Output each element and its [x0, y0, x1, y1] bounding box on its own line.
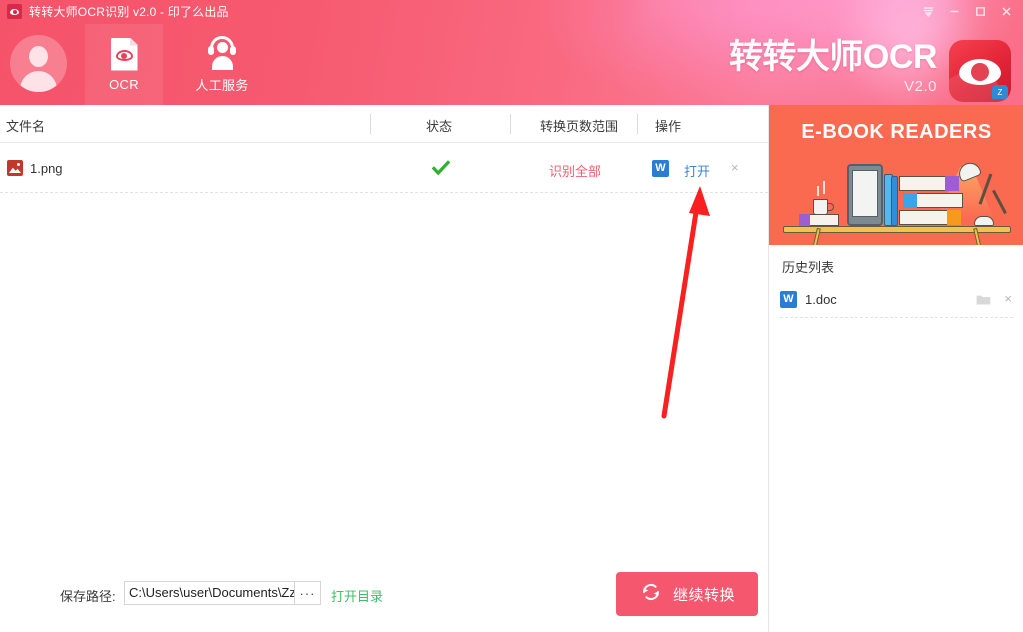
remove-row-button[interactable]: ×	[731, 161, 739, 174]
minimize-button[interactable]	[941, 0, 967, 22]
maximize-button[interactable]	[967, 0, 993, 22]
continue-convert-button[interactable]: 继续转换	[616, 572, 758, 616]
steam-decoration-2	[823, 181, 825, 194]
tab-manual-service[interactable]: 人工服务	[183, 24, 261, 105]
list-item[interactable]: W 1.doc ×	[769, 285, 1023, 317]
steam-decoration	[817, 186, 819, 196]
brand-name: 转转大师OCR	[729, 40, 937, 74]
continue-convert-label: 继续转换	[673, 584, 735, 605]
ad-banner[interactable]: E-BOOK READERS	[769, 105, 1023, 245]
column-divider-3	[637, 114, 638, 134]
column-header-filename: 文件名	[6, 116, 45, 135]
tablet-illustration	[847, 164, 883, 226]
app-header: 转转大师OCR识别 v2.0 - 印了么出品	[0, 0, 1023, 105]
recognize-all-link[interactable]: 识别全部	[549, 161, 601, 180]
column-divider-1	[370, 114, 371, 134]
save-path-input[interactable]: C:\Users\user\Documents\Zz	[124, 581, 295, 605]
tray-icon[interactable]	[915, 0, 941, 22]
close-button[interactable]	[993, 0, 1019, 22]
brand-logo-icon: Z	[949, 40, 1011, 102]
book-blue2-illustration	[891, 176, 898, 226]
brand-logo-badge: Z	[992, 85, 1008, 99]
window-controls	[915, 0, 1019, 22]
history-remove-button[interactable]: ×	[1004, 291, 1012, 306]
browse-path-button[interactable]: ···	[295, 581, 321, 605]
history-separator	[780, 317, 1013, 318]
open-file-link[interactable]: 打开	[684, 161, 710, 180]
column-divider-2	[510, 114, 511, 134]
title-bar: 转转大师OCR识别 v2.0 - 印了么出品	[0, 0, 1023, 22]
refresh-icon	[639, 580, 663, 609]
column-header-operation: 操作	[655, 116, 681, 135]
tab-ocr-label: OCR	[109, 77, 139, 92]
save-path-label: 保存路径:	[60, 586, 116, 605]
window-title: 转转大师OCR识别 v2.0 - 印了么出品	[29, 3, 229, 20]
tab-manual-service-label: 人工服务	[195, 75, 248, 94]
brand-version: V2.0	[904, 78, 937, 95]
row-separator	[0, 192, 768, 193]
status-success-check-icon	[432, 160, 450, 176]
book-stack-3	[899, 210, 961, 225]
desk-illustration	[783, 226, 1011, 233]
word-output-icon: W	[652, 160, 669, 177]
avatar[interactable]	[10, 35, 67, 92]
folder-icon[interactable]	[976, 293, 991, 305]
coffee-cup-illustration	[813, 199, 828, 215]
lamp-base-illustration	[974, 216, 994, 226]
file-name-label: 1.png	[30, 161, 63, 176]
right-panel: E-BOOK READERS 历史列表 W 1.doc	[768, 105, 1023, 632]
book-small-illustration	[799, 214, 839, 226]
history-list-title: 历史列表	[782, 257, 834, 276]
file-table-header: 文件名 状态 转换页数范围 操作	[0, 105, 768, 143]
history-word-icon: W	[780, 291, 797, 308]
lamp-arm-2	[992, 190, 1006, 214]
column-header-range: 转换页数范围	[540, 116, 618, 135]
lamp-head-illustration	[956, 159, 982, 182]
history-file-name: 1.doc	[805, 292, 837, 307]
headset-person-icon	[207, 36, 237, 69]
book-stack-2	[903, 193, 963, 208]
tab-ocr[interactable]: OCR	[85, 24, 163, 105]
image-file-icon	[7, 160, 23, 176]
brand-block: 转转大师OCR V2.0	[729, 40, 937, 95]
open-directory-link[interactable]: 打开目录	[331, 586, 383, 605]
application-window: 转转大师OCR识别 v2.0 - 印了么出品	[0, 0, 1023, 632]
book-stack-1	[899, 176, 959, 191]
app-logo-icon	[7, 4, 22, 19]
column-header-status: 状态	[426, 116, 452, 135]
ad-title: E-BOOK READERS	[769, 121, 1023, 144]
document-eye-icon	[111, 38, 138, 71]
